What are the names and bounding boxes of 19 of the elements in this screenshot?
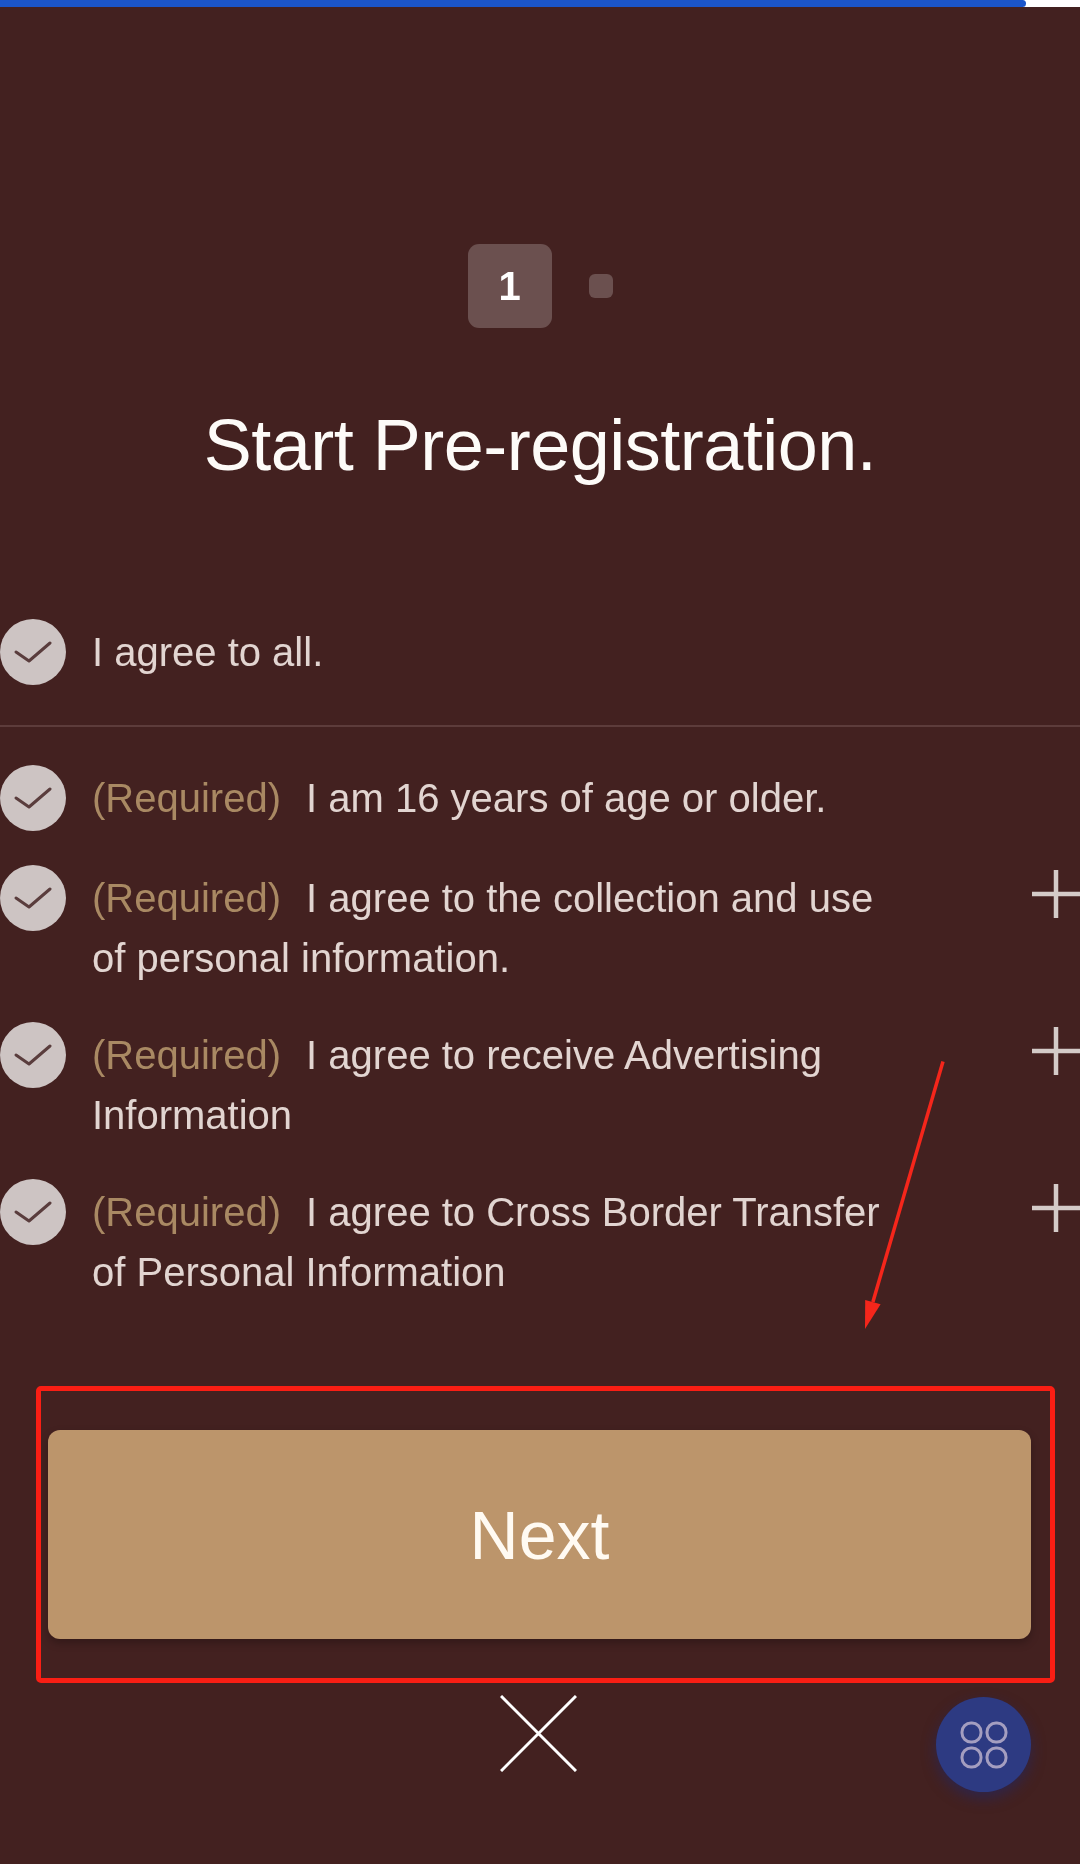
close-icon[interactable] — [499, 1695, 577, 1772]
agree-all-label: I agree to all. — [92, 629, 324, 676]
next-button[interactable]: Next — [48, 1430, 1031, 1639]
consent-text: (Required) I agree to receive Advertising Information — [92, 1032, 823, 1139]
current-step-badge: 1 — [467, 244, 552, 328]
check-icon — [14, 887, 52, 909]
plus-icon[interactable] — [1032, 1027, 1080, 1075]
plus-icon[interactable] — [1032, 1184, 1080, 1232]
floating-menu-button[interactable] — [936, 1697, 1031, 1792]
consent-text: (Required) I agree to the collection and use of personal information. — [92, 875, 875, 982]
plus-icon[interactable] — [1032, 870, 1080, 918]
app-grid-icon — [959, 1720, 1008, 1769]
check-icon — [14, 1201, 52, 1223]
page-title: Start Pre-registration. — [203, 404, 877, 487]
consent-text: (Required) I am 16 years of age or older. — [92, 775, 827, 822]
check-icon — [14, 787, 52, 809]
check-icon — [14, 641, 52, 663]
check-icon — [14, 1044, 52, 1066]
consent-text: (Required) I agree to Cross Border Transfer of Personal Information — [92, 1189, 881, 1296]
